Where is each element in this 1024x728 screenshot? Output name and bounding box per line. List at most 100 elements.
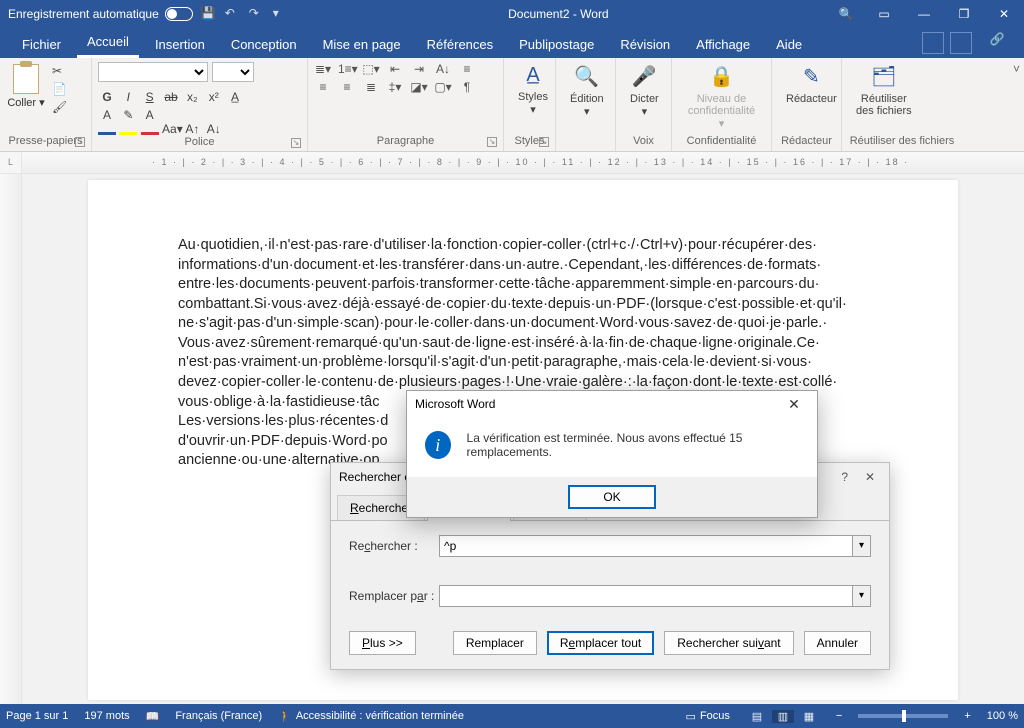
sort-icon[interactable]: A↓ — [434, 62, 452, 76]
align-right-icon[interactable]: ≡ — [338, 80, 356, 94]
dictate-button[interactable]: 🎤Dicter ▾ — [622, 62, 667, 120]
editing-button[interactable]: 🔍Édition ▾ — [562, 62, 612, 120]
save-icon[interactable]: 💾 — [201, 6, 217, 22]
tab-aide[interactable]: Aide — [766, 31, 812, 58]
help-icon[interactable]: ? — [834, 470, 856, 484]
autosave-label: Enregistrement automatique — [8, 7, 159, 21]
ribbon-mode-icon[interactable] — [950, 32, 972, 54]
redo-icon[interactable]: ↷ — [249, 6, 265, 22]
ok-button[interactable]: OK — [568, 485, 656, 509]
superscript-icon[interactable]: x² — [205, 90, 223, 104]
replace-history-dropdown-icon[interactable]: ▾ — [853, 585, 871, 607]
copy-icon[interactable]: 📄 — [52, 82, 67, 96]
show-marks-icon[interactable]: ¶ — [458, 80, 476, 94]
increase-indent-icon[interactable]: ⇥ — [410, 62, 428, 76]
underline-icon[interactable]: S — [141, 90, 159, 104]
group-label: Confidentialité — [687, 135, 757, 147]
borders-icon[interactable]: ▢▾ — [434, 80, 452, 94]
window-close-icon[interactable]: ✕ — [984, 0, 1024, 28]
language-status[interactable]: Français (France) — [175, 710, 262, 722]
web-layout-icon[interactable]: ▦ — [798, 710, 820, 723]
collapse-ribbon-icon[interactable]: ˅ — [1013, 62, 1020, 76]
align-left-icon[interactable]: ≡ — [458, 62, 476, 76]
cut-icon[interactable]: ✂ — [52, 64, 67, 78]
tab-fichier[interactable]: Fichier — [12, 31, 71, 58]
italic-icon[interactable]: I — [119, 90, 137, 104]
bold-icon[interactable]: G — [98, 90, 116, 104]
shrink-font-icon[interactable]: A↓ — [205, 122, 223, 136]
tab-selector-icon[interactable]: L — [0, 152, 22, 173]
styles-button[interactable]: A̲Styles ▾ — [510, 62, 556, 118]
spellcheck-icon[interactable]: 📖 — [146, 710, 160, 723]
zoom-slider[interactable] — [858, 714, 948, 718]
tab-publipostage[interactable]: Publipostage — [509, 31, 604, 58]
dialog-launcher-icon[interactable]: ↘ — [487, 137, 497, 147]
highlight-icon[interactable]: ✎ — [119, 108, 137, 136]
zoom-in-button[interactable]: + — [964, 710, 970, 722]
ribbon-display-icon[interactable]: ▭ — [864, 0, 904, 28]
bullets-icon[interactable]: ≣▾ — [314, 62, 332, 76]
read-mode-icon[interactable]: ▤ — [746, 710, 768, 723]
autosave-toggle[interactable]: Enregistrement automatique — [8, 7, 193, 21]
justify-icon[interactable]: ≣ — [362, 80, 380, 94]
format-painter-icon[interactable]: 🖌 — [52, 100, 67, 114]
tab-insertion[interactable]: Insertion — [145, 31, 215, 58]
horizontal-ruler[interactable]: · 1 · | · 2 · | · 3 · | · 4 · | · 5 · | … — [22, 152, 1024, 173]
cancel-button[interactable]: Annuler — [804, 631, 871, 655]
font-color-icon[interactable]: A — [98, 108, 116, 136]
grow-font-icon[interactable]: A↑ — [183, 122, 201, 136]
tab-affichage[interactable]: Affichage — [686, 31, 760, 58]
more-button[interactable]: Plus >> — [349, 631, 416, 655]
tab-mise-en-page[interactable]: Mise en page — [313, 31, 411, 58]
find-history-dropdown-icon[interactable]: ▾ — [853, 535, 871, 557]
shading-icon[interactable]: ◪▾ — [410, 80, 428, 94]
print-layout-icon[interactable]: ▥ — [772, 710, 794, 723]
share-icon[interactable]: 🔗 — [986, 32, 1008, 54]
replace-button[interactable]: Remplacer — [453, 631, 537, 655]
tab-conception[interactable]: Conception — [221, 31, 307, 58]
close-icon[interactable]: ✕ — [859, 470, 881, 484]
font-color2-icon[interactable]: A — [141, 108, 159, 136]
subscript-icon[interactable]: x₂ — [183, 90, 201, 104]
dialog-launcher-icon[interactable]: ↘ — [291, 138, 301, 148]
replace-input[interactable] — [439, 585, 853, 607]
editor-button[interactable]: ✎Rédacteur — [778, 62, 845, 107]
comments-icon[interactable] — [922, 32, 944, 54]
a11y-status[interactable]: 🚶Accessibilité : vérification terminée — [278, 710, 464, 723]
window-restore-icon[interactable]: ❐ — [944, 0, 984, 28]
qat-dropdown-icon[interactable]: ▾ — [273, 6, 289, 22]
find-next-button[interactable]: Rechercher suivant — [664, 631, 793, 655]
tab-accueil[interactable]: Accueil — [77, 28, 139, 58]
multilevel-icon[interactable]: ⬚▾ — [362, 62, 380, 76]
change-case-icon[interactable]: Aa▾ — [162, 122, 180, 136]
line-spacing-icon[interactable]: ‡▾ — [386, 80, 404, 94]
text-effects-icon[interactable]: A̲ — [226, 90, 244, 104]
zoom-out-button[interactable]: − — [836, 710, 842, 722]
focus-mode[interactable]: ▭ Focus — [686, 710, 730, 723]
page-status[interactable]: Page 1 sur 1 — [6, 710, 68, 722]
msgbox-titlebar[interactable]: Microsoft Word ✕ — [407, 391, 817, 417]
word-count[interactable]: 197 mots — [84, 710, 129, 722]
find-input[interactable] — [439, 535, 853, 557]
font-size-combo[interactable] — [212, 62, 254, 82]
vertical-ruler[interactable] — [0, 174, 22, 704]
search-icon[interactable]: 🔍 — [828, 7, 864, 21]
toggle-switch-off-icon[interactable] — [165, 7, 193, 21]
zoom-level[interactable]: 100 % — [987, 710, 1018, 722]
decrease-indent-icon[interactable]: ⇤ — [386, 62, 404, 76]
strike-icon[interactable]: ab — [162, 90, 180, 104]
paste-button[interactable]: Coller ▾ — [6, 62, 46, 109]
close-icon[interactable]: ✕ — [779, 396, 809, 413]
font-family-combo[interactable] — [98, 62, 208, 82]
dialog-launcher-icon[interactable]: ↘ — [539, 137, 549, 147]
align-center-icon[interactable]: ≡ — [314, 80, 332, 94]
dialog-launcher-icon[interactable]: ↘ — [75, 137, 85, 147]
replace-all-button[interactable]: Remplacer tout — [547, 631, 654, 655]
numbering-icon[interactable]: 1≡▾ — [338, 62, 356, 76]
reuse-files-button[interactable]: 🗂Réutiliserdes fichiers — [848, 62, 920, 119]
tab-references[interactable]: Références — [417, 31, 503, 58]
ruler: L · 1 · | · 2 · | · 3 · | · 4 · | · 5 · … — [0, 152, 1024, 174]
window-minimize-icon[interactable]: — — [904, 0, 944, 28]
tab-revision[interactable]: Révision — [610, 31, 680, 58]
undo-icon[interactable]: ↶ — [225, 6, 241, 22]
